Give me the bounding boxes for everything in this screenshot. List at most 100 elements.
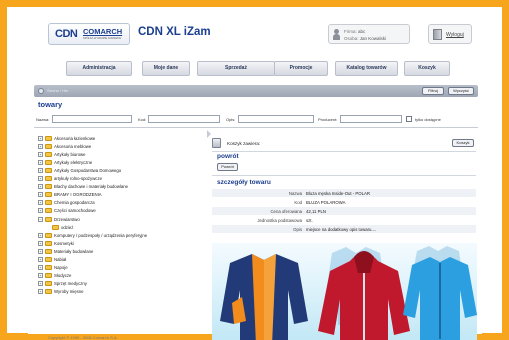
person-line: Osoba: Jan Kowalski xyxy=(344,36,386,41)
jackets-image xyxy=(220,246,477,340)
expand-icon[interactable]: + xyxy=(38,273,43,279)
logout-button[interactable]: Wyloguj xyxy=(428,24,472,44)
tree-item-label: artykuły rolno-spożywcze xyxy=(54,176,102,181)
name-input[interactable] xyxy=(52,115,132,123)
details-title: szczegóły towaru xyxy=(217,179,271,186)
folder-icon xyxy=(45,143,52,149)
expand-icon[interactable]: + xyxy=(38,176,43,181)
nav-administracja[interactable]: Administracja xyxy=(66,61,132,76)
panel-divider xyxy=(212,151,476,152)
only-available-label: tylko dostępne xyxy=(415,117,441,122)
copyright: Copyright © 1996 - 2008 Comarch S.A. xyxy=(48,335,118,340)
tree-item-label: Artykuły elektryczne xyxy=(54,159,93,165)
expand-icon[interactable]: + xyxy=(38,159,43,165)
logo-brand: COMARCH xyxy=(83,27,123,36)
folder-icon xyxy=(45,167,52,173)
code-input[interactable] xyxy=(148,115,220,123)
tree-item[interactable]: + artykuły rolno-spożywcze xyxy=(38,175,208,183)
nav-koszyk[interactable]: Koszyk xyxy=(404,61,450,76)
folder-icon xyxy=(45,265,52,271)
expand-icon[interactable]: + xyxy=(38,289,43,295)
expand-icon[interactable]: + xyxy=(38,184,43,190)
toolbar: Strona / Hm Filtruj Wyczyść xyxy=(34,85,478,97)
expand-icon[interactable]: + xyxy=(38,208,43,214)
folder-icon xyxy=(45,289,52,295)
tree-item-label: Materiały budowlane xyxy=(54,248,94,254)
back-button[interactable]: Powrót xyxy=(217,163,238,171)
clear-button[interactable]: Wyczyść xyxy=(448,87,474,95)
nav-promocje[interactable]: Promocje xyxy=(274,61,328,76)
expand-icon[interactable]: + xyxy=(38,192,43,198)
description-label: Opis: xyxy=(226,117,236,122)
folder-icon xyxy=(45,208,52,214)
tree-item[interactable]: − Drzewiarstwo xyxy=(38,215,208,223)
tree-item-label: Akcesoria łazienkowe xyxy=(54,135,96,141)
tree-item[interactable]: + Akcesoria łazienkowe xyxy=(38,134,208,142)
only-available-checkbox[interactable] xyxy=(406,116,412,122)
door-icon xyxy=(433,29,442,40)
tree-item[interactable]: + Artykuły Gospodarstwa Domowego xyxy=(38,166,208,174)
collapse-arrow-icon[interactable] xyxy=(207,130,211,138)
tree-item-label: Artykuły biurowe xyxy=(54,151,86,157)
tree-item[interactable]: + Wyroby mięsne xyxy=(38,288,208,296)
tree-item-label: odzież xyxy=(61,224,74,230)
nav-sprzedaz[interactable]: Sprzedaż xyxy=(197,61,275,76)
expand-icon[interactable]: + xyxy=(38,281,43,287)
logo-tagline: SPÓŁKA W GRUPIE COMARCH xyxy=(83,37,122,40)
filter-button[interactable]: Filtruj xyxy=(422,87,444,95)
folder-icon xyxy=(45,184,52,190)
home-icon[interactable] xyxy=(38,88,44,94)
filter-row: Nazwa: Kod: Opis: Producent: tylko dostę… xyxy=(34,115,478,125)
tree-item-label: Sprzęt medyczny xyxy=(54,281,87,287)
expand-icon[interactable]: + xyxy=(38,248,43,254)
folder-icon xyxy=(45,216,52,222)
expand-icon[interactable]: + xyxy=(38,143,43,149)
expand-icon[interactable]: + xyxy=(38,200,43,206)
user-icon xyxy=(333,29,340,40)
folder-icon xyxy=(45,192,52,198)
tree-item[interactable]: + Artykuły biurowe xyxy=(38,150,208,158)
folder-icon xyxy=(45,232,52,238)
expand-icon[interactable]: + xyxy=(38,257,43,262)
tree-item[interactable]: + Komputery / podzespoły / urządzenia per… xyxy=(38,231,208,239)
expand-icon[interactable]: + xyxy=(38,151,43,157)
tree-item[interactable]: + Kosmetyki xyxy=(38,239,208,247)
nav-katalog-towarow[interactable]: Katalog towarów xyxy=(335,61,398,76)
detail-row: Jednostka podstawowa szt. xyxy=(212,216,476,224)
tree-item[interactable]: + Akcesoria meblowe xyxy=(38,142,208,150)
expand-icon[interactable]: + xyxy=(38,135,43,141)
expand-icon[interactable]: + xyxy=(38,265,43,271)
back-title: powrót xyxy=(217,153,239,160)
tree-item[interactable]: + Artykuły elektryczne xyxy=(38,158,208,166)
detail-row: Nazwa Bluza męska Inside-Out - POLAR xyxy=(212,189,476,197)
tree-item[interactable]: + Nabiał xyxy=(38,256,208,264)
tree-item[interactable]: + Części samochodowe xyxy=(38,207,208,215)
detail-label: Cena oferowana xyxy=(270,208,302,214)
tree-item[interactable]: + Blachy dachowe i materiały budowlane xyxy=(38,183,208,191)
tree-item[interactable]: + Chemia gospodarcza xyxy=(38,199,208,207)
description-input[interactable] xyxy=(238,115,314,123)
folder-icon xyxy=(45,257,52,262)
breadcrumb: Strona / Hm xyxy=(47,88,69,93)
folder-icon xyxy=(45,240,52,246)
cart-button[interactable]: Koszyk xyxy=(452,139,474,147)
producer-input[interactable] xyxy=(340,115,402,123)
tree-item[interactable]: +odzież xyxy=(38,223,208,231)
expand-icon[interactable]: + xyxy=(38,167,43,173)
folder-icon xyxy=(45,159,52,165)
detail-value: BLUZA POLAROWA xyxy=(306,199,346,205)
expand-icon[interactable]: + xyxy=(38,240,43,246)
nav-moje-dane[interactable]: Moje dane xyxy=(142,61,190,76)
tree-item[interactable]: + Sprzęt medyczny xyxy=(38,280,208,288)
company-line: Firma: abc xyxy=(344,29,365,34)
main-nav: Administracja Moje dane Sprzedaż Promocj… xyxy=(42,61,474,76)
tree-item-label: Artykuły Gospodarstwa Domowego xyxy=(54,167,122,173)
expand-icon[interactable]: − xyxy=(38,216,43,222)
tree-item[interactable]: + Materiały budowlane xyxy=(38,247,208,255)
tree-item[interactable]: + Napoje xyxy=(38,264,208,272)
tree-item[interactable]: + Słodycze xyxy=(38,272,208,280)
detail-value: Bluza męska Inside-Out - POLAR xyxy=(306,190,371,196)
tree-item[interactable]: + BRAMY I OGRODZENIA xyxy=(38,191,208,199)
expand-icon[interactable]: + xyxy=(38,232,43,238)
folder-icon xyxy=(52,224,59,230)
